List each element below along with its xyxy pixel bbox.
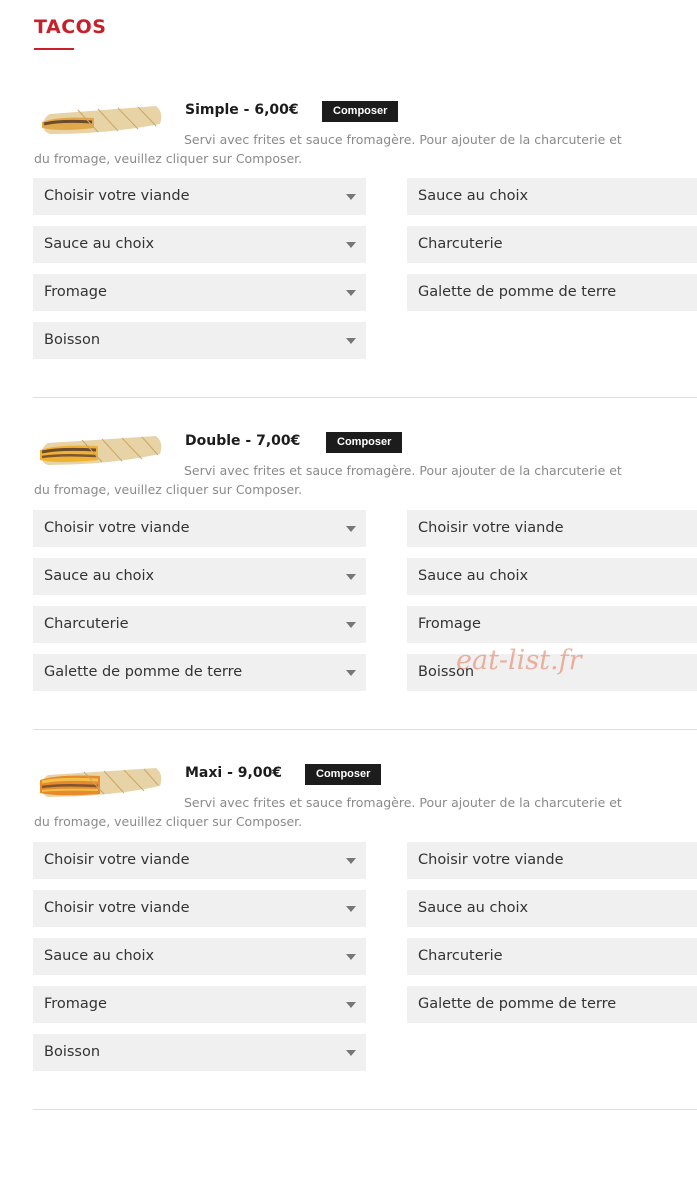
caret-down-icon [346,1050,356,1056]
item-name-maxi: Maxi - 9,00€ [185,765,283,781]
caret-down-icon [346,574,356,580]
divider [33,729,697,730]
caret-down-icon [346,242,356,248]
select-fromage[interactable]: Fromage [33,986,366,1023]
item-description: Servi avec frites et sauce fromagère. Po… [34,795,622,829]
select-galette[interactable]: Galette de pomme de terre [33,654,366,691]
select-viande[interactable]: Choisir votre viande [33,178,366,215]
composer-button[interactable]: Composer [326,432,403,453]
caret-down-icon [346,906,356,912]
select-viande[interactable]: Choisir votre viande [33,842,366,879]
item-description: Servi avec frites et sauce fromagère. Po… [34,463,622,497]
caret-down-icon [346,954,356,960]
watermark: eat-list.fr [456,645,582,676]
select-sauce[interactable]: Sauce au choix [407,178,697,215]
select-charcuterie[interactable]: Charcuterie [407,938,697,975]
caret-down-icon [346,194,356,200]
select-sauce[interactable]: Sauce au choix [33,558,366,595]
caret-down-icon [346,338,356,344]
select-viande[interactable]: Choisir votre viande [407,842,697,879]
caret-down-icon [346,670,356,676]
section-title: TACOS [34,16,107,38]
caret-down-icon [346,858,356,864]
select-sauce[interactable]: Sauce au choix [407,890,697,927]
item-description: Servi avec frites et sauce fromagère. Po… [34,132,622,166]
item-name-double: Double - 7,00€ [185,433,301,449]
composer-button[interactable]: Composer [322,101,399,122]
divider [33,1109,697,1110]
select-charcuterie[interactable]: Charcuterie [33,606,366,643]
select-fromage[interactable]: Fromage [407,606,697,643]
divider [33,397,697,398]
select-galette[interactable]: Galette de pomme de terre [407,274,697,311]
select-viande[interactable]: Choisir votre viande [33,510,366,547]
select-viande[interactable]: Choisir votre viande [33,890,366,927]
composer-button[interactable]: Composer [305,764,382,785]
select-boisson[interactable]: Boisson [33,322,366,359]
select-boisson[interactable]: Boisson [33,1034,366,1071]
select-charcuterie[interactable]: Charcuterie [407,226,697,263]
select-sauce[interactable]: Sauce au choix [33,226,366,263]
section-title-underline [34,48,74,50]
caret-down-icon [346,290,356,296]
select-sauce[interactable]: Sauce au choix [33,938,366,975]
caret-down-icon [346,622,356,628]
item-name-simple: Simple - 6,00€ [185,102,299,118]
caret-down-icon [346,1002,356,1008]
select-sauce[interactable]: Sauce au choix [407,558,697,595]
caret-down-icon [346,526,356,532]
select-galette[interactable]: Galette de pomme de terre [407,986,697,1023]
select-fromage[interactable]: Fromage [33,274,366,311]
select-viande[interactable]: Choisir votre viande [407,510,697,547]
